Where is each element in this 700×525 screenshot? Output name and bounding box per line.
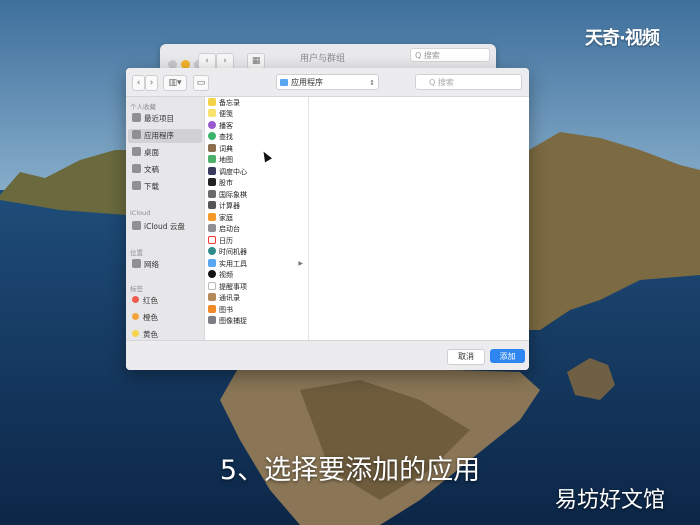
dialog-toolbar: ‹ › ▥▾ ▭ 应用程序 ⇕ Q 搜索 bbox=[126, 68, 529, 97]
open-app-dialog: ‹ › ▥▾ ▭ 应用程序 ⇕ Q 搜索 个人收藏 最近项目 应用程序 桌面 文… bbox=[126, 68, 529, 370]
folder-icon bbox=[280, 79, 288, 86]
sidebar-item-tag-orange[interactable]: 橙色 bbox=[132, 311, 202, 325]
back-window-title: 用户与群组 bbox=[300, 54, 346, 64]
list-item-notes[interactable]: 备忘录 bbox=[208, 98, 306, 108]
download-icon bbox=[132, 181, 141, 190]
favorites-header: 个人收藏 bbox=[130, 103, 156, 111]
new-folder-icon[interactable]: ▭ bbox=[193, 75, 209, 91]
apps-icon bbox=[132, 130, 141, 139]
tv-icon bbox=[208, 270, 216, 278]
list-item-books[interactable]: 图书 bbox=[208, 305, 306, 315]
folder-icon bbox=[208, 259, 216, 267]
watermark-top: 天奇·视频 bbox=[585, 28, 660, 49]
books-icon bbox=[208, 305, 216, 313]
time-machine-icon bbox=[208, 247, 216, 255]
sidebar-item-recents[interactable]: 最近项目 bbox=[132, 112, 202, 126]
list-item-contacts[interactable]: 通讯录 bbox=[208, 293, 306, 303]
sidebar-item-desktop[interactable]: 桌面 bbox=[132, 146, 202, 160]
chess-icon bbox=[208, 190, 216, 198]
chevron-updown-icon: ⇕ bbox=[369, 79, 375, 87]
stocks-icon bbox=[208, 178, 216, 186]
desktop-icon bbox=[132, 147, 141, 156]
search-placeholder: Q 搜索 bbox=[429, 78, 454, 87]
locations-header: 位置 bbox=[130, 249, 143, 257]
forward-button[interactable]: › bbox=[145, 75, 158, 91]
dialog-button-bar: 取消 添加 bbox=[126, 340, 529, 370]
image-capture-icon bbox=[208, 316, 216, 324]
podcasts-icon bbox=[208, 121, 216, 129]
document-icon bbox=[132, 164, 141, 173]
sidebar-item-icloud-drive[interactable]: iCloud 云盘 bbox=[132, 220, 202, 234]
sidebar-item-applications[interactable]: 应用程序 bbox=[128, 129, 202, 143]
list-item-chess[interactable]: 国际象棋 bbox=[208, 190, 306, 200]
contacts-icon bbox=[208, 293, 216, 301]
calendar-icon bbox=[208, 236, 216, 244]
sidebar: 个人收藏 最近项目 应用程序 桌面 文稿 下载 iCloud iCloud 云盘… bbox=[126, 97, 205, 340]
stickies-icon bbox=[208, 109, 216, 117]
sidebar-item-tag-red[interactable]: 红色 bbox=[132, 294, 202, 308]
cloud-icon bbox=[132, 221, 141, 230]
yellow-tag-icon bbox=[132, 330, 139, 337]
list-item-stickies[interactable]: 便笺 bbox=[208, 109, 306, 119]
search-input[interactable]: Q 搜索 bbox=[415, 74, 522, 90]
view-mode-button[interactable]: ▥▾ bbox=[163, 75, 187, 91]
chevron-right-icon: ▶ bbox=[298, 260, 303, 267]
globe-icon bbox=[132, 259, 141, 268]
location-popup[interactable]: 应用程序 ⇕ bbox=[276, 74, 379, 90]
applications-column: 备忘录 便笺 播客 查找 词典 地图 调度中心 股市 国际象棋 计算器 家庭 启… bbox=[205, 97, 309, 340]
reminders-icon bbox=[208, 282, 216, 290]
orange-tag-icon bbox=[132, 313, 139, 320]
sidebar-item-documents[interactable]: 文稿 bbox=[132, 163, 202, 177]
sidebar-item-downloads[interactable]: 下载 bbox=[132, 180, 202, 194]
list-item-utilities[interactable]: 实用工具 ▶ bbox=[208, 259, 306, 269]
find-my-icon bbox=[208, 132, 216, 140]
tags-header: 标签 bbox=[130, 285, 143, 293]
list-item-image-capture[interactable]: 图像捕捉 bbox=[208, 316, 306, 326]
calculator-icon bbox=[208, 201, 216, 209]
chevron-right-icon[interactable]: › bbox=[216, 53, 234, 69]
list-item-mission-control[interactable]: 调度中心 bbox=[208, 167, 306, 177]
home-icon bbox=[208, 213, 216, 221]
list-item-find-my[interactable]: 查找 bbox=[208, 132, 306, 142]
back-window-search[interactable]: Q 搜索 bbox=[410, 48, 490, 62]
cancel-button[interactable]: 取消 bbox=[447, 349, 485, 365]
list-item-podcasts[interactable]: 播客 bbox=[208, 121, 306, 131]
add-button[interactable]: 添加 bbox=[490, 349, 525, 363]
list-item-time-machine[interactable]: 时间机器 bbox=[208, 247, 306, 257]
back-button[interactable]: ‹ bbox=[132, 75, 145, 91]
watermark-bottom: 易坊好文馆 bbox=[555, 488, 666, 513]
clock-icon bbox=[132, 113, 141, 122]
preview-column bbox=[309, 97, 529, 340]
list-item-launchpad[interactable]: 启动台 bbox=[208, 224, 306, 234]
launchpad-icon bbox=[208, 224, 216, 232]
icloud-header: iCloud bbox=[130, 209, 151, 217]
grid-icon[interactable]: ▦ bbox=[247, 53, 266, 69]
list-item-reminders[interactable]: 提醒事项 bbox=[208, 282, 306, 292]
maps-icon bbox=[208, 155, 216, 163]
red-tag-icon bbox=[132, 296, 139, 303]
chevron-left-icon[interactable]: ‹ bbox=[198, 53, 216, 69]
notes-icon bbox=[208, 98, 216, 106]
location-label: 应用程序 bbox=[291, 78, 323, 87]
list-item-calculator[interactable]: 计算器 bbox=[208, 201, 306, 211]
list-item-maps[interactable]: 地图 bbox=[208, 155, 306, 165]
dictionary-icon bbox=[208, 144, 216, 152]
list-item-stocks[interactable]: 股市 bbox=[208, 178, 306, 188]
list-item-dictionary[interactable]: 词典 bbox=[208, 144, 306, 154]
list-item-calendar[interactable]: 日历 bbox=[208, 236, 306, 246]
list-item-home[interactable]: 家庭 bbox=[208, 213, 306, 223]
list-item-tv[interactable]: 视频 bbox=[208, 270, 306, 280]
sidebar-item-network[interactable]: 网络 bbox=[132, 258, 202, 272]
back-window-nav: ‹ › ▦ bbox=[198, 48, 266, 69]
mission-control-icon bbox=[208, 167, 216, 175]
